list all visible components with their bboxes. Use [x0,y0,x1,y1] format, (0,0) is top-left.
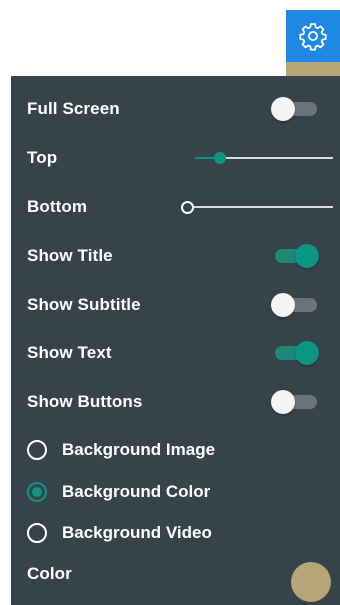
show-text-row: Show Text [11,333,340,373]
toggle-knob [295,341,319,365]
show-subtitle-row: Show Subtitle [11,285,340,325]
show-subtitle-toggle[interactable] [271,293,317,317]
color-swatch[interactable] [291,562,331,602]
page: Full Screen Top Bottom Show Title Show S… [0,0,340,605]
radio-dot [32,487,42,497]
full-screen-toggle[interactable] [271,97,317,121]
background-image-label: Background Image [62,440,216,459]
settings-panel: Full Screen Top Bottom Show Title Show S… [11,76,340,605]
color-label: Color [27,564,72,583]
background-color-option[interactable]: Background Color [11,472,340,512]
show-text-label: Show Text [27,343,112,362]
background-color-radio[interactable] [27,482,47,502]
bottom-label: Bottom [27,197,88,216]
show-buttons-toggle[interactable] [271,390,317,414]
show-subtitle-label: Show Subtitle [27,295,141,314]
background-video-option[interactable]: Background Video [11,513,340,553]
background-color-label: Background Color [62,482,211,501]
radio-ring [27,523,47,543]
panel-pointer [286,62,340,76]
show-title-row: Show Title [11,236,340,276]
background-image-radio[interactable] [27,440,47,460]
bottom-slider[interactable] [181,199,333,215]
gear-icon [298,21,328,51]
toggle-knob [271,97,295,121]
background-video-radio[interactable] [27,523,47,543]
show-title-toggle[interactable] [271,244,319,268]
show-text-toggle[interactable] [271,341,319,365]
background-video-label: Background Video [62,523,212,542]
top-label: Top [27,148,58,167]
toggle-knob [271,293,295,317]
show-buttons-label: Show Buttons [27,392,143,411]
slider-thumb[interactable] [214,152,226,164]
full-screen-row: Full Screen [11,89,340,129]
settings-button[interactable] [286,10,340,62]
toggle-knob [271,390,295,414]
top-row: Top [11,138,340,178]
color-row: Color [11,554,340,602]
top-slider[interactable] [195,150,333,166]
show-title-label: Show Title [27,246,113,265]
bottom-row: Bottom [11,187,340,227]
background-image-option[interactable]: Background Image [11,430,340,470]
show-buttons-row: Show Buttons [11,382,340,422]
radio-ring [27,440,47,460]
toggle-knob [295,244,319,268]
full-screen-label: Full Screen [27,99,120,118]
slider-thumb[interactable] [181,200,194,214]
slider-rail [181,206,333,208]
